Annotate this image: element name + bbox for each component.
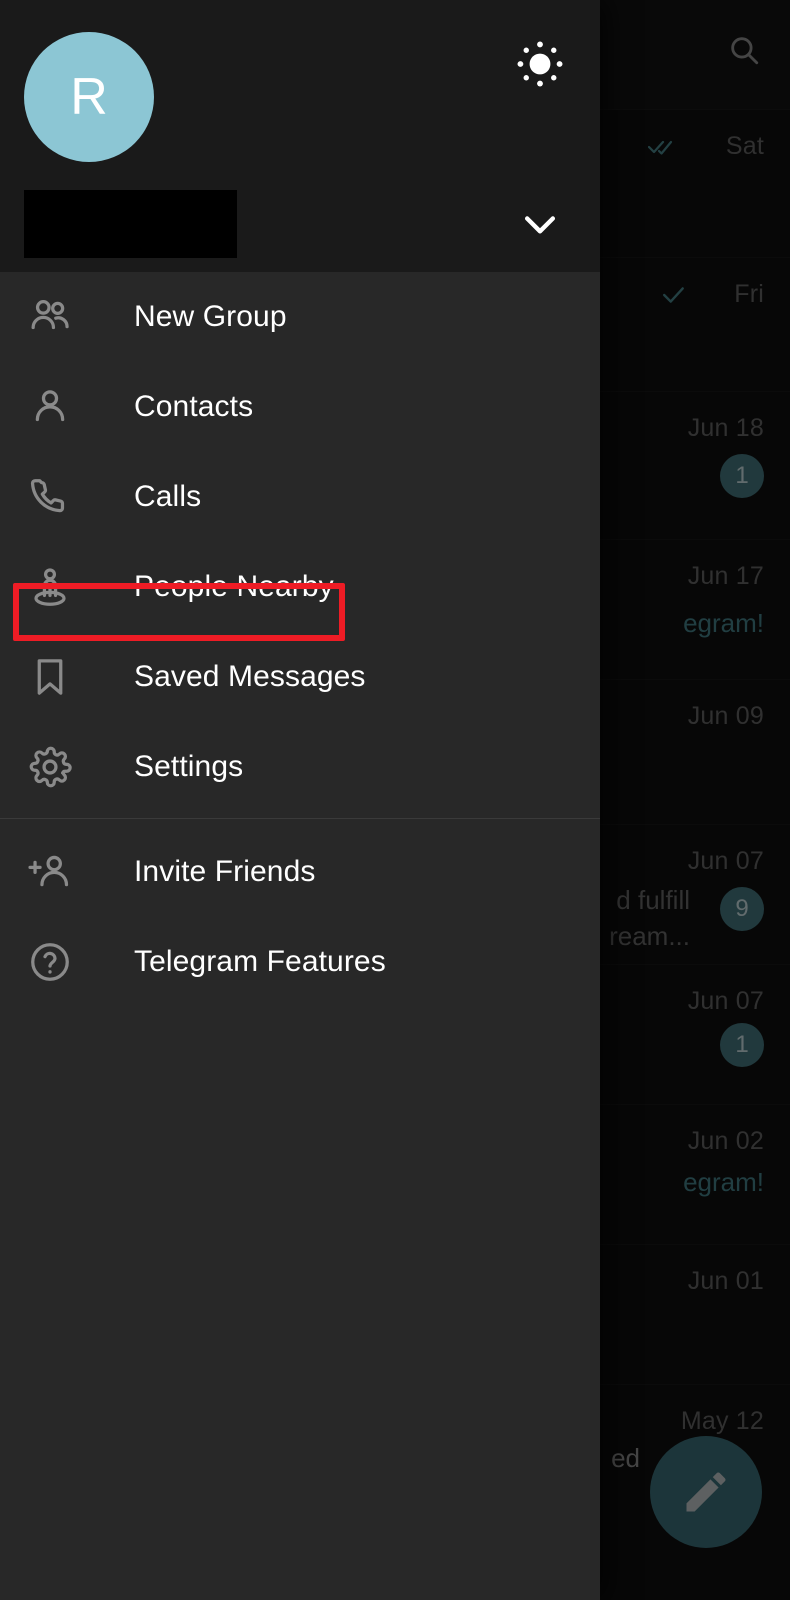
person-add-icon (0, 849, 100, 895)
menu-item-label: Contacts (134, 390, 254, 423)
menu-item-label: Telegram Features (134, 945, 386, 978)
account-name-redacted (24, 190, 237, 258)
group-icon (0, 294, 100, 340)
menu-item-calls[interactable]: Calls (0, 452, 600, 542)
menu-item-settings[interactable]: Settings (0, 722, 600, 812)
avatar-initial: R (70, 68, 108, 126)
menu-item-label: New Group (134, 300, 287, 333)
menu-item-new-group[interactable]: New Group (0, 272, 600, 362)
menu-item-people-nearby[interactable]: People Nearby (0, 542, 600, 632)
navigation-drawer: R New Group Contacts Calls People Nearby… (0, 0, 600, 1600)
drawer-menu: New Group Contacts Calls People Nearby S… (0, 272, 600, 1007)
gear-icon (0, 744, 100, 790)
drawer-header: R (0, 0, 600, 272)
menu-item-label: Calls (134, 480, 202, 513)
menu-divider (0, 818, 600, 819)
menu-item-contacts[interactable]: Contacts (0, 362, 600, 452)
menu-item-label: Settings (134, 750, 244, 783)
menu-item-label: People Nearby (134, 570, 334, 603)
bookmark-icon (0, 654, 100, 700)
chevron-down-icon[interactable] (508, 192, 572, 256)
menu-item-label: Saved Messages (134, 660, 366, 693)
people-nearby-icon (0, 564, 100, 610)
menu-item-label: Invite Friends (134, 855, 316, 888)
sun-icon[interactable] (508, 32, 572, 96)
menu-item-telegram-features[interactable]: Telegram Features (0, 917, 600, 1007)
question-circle-icon (0, 939, 100, 985)
menu-item-saved-messages[interactable]: Saved Messages (0, 632, 600, 722)
screen: Sat Fri Jun 18 1 Jun 17 egram! Jun 09 Ju… (0, 0, 790, 1600)
phone-icon (0, 474, 100, 520)
person-icon (0, 384, 100, 430)
menu-item-invite-friends[interactable]: Invite Friends (0, 827, 600, 917)
avatar[interactable]: R (24, 32, 154, 162)
